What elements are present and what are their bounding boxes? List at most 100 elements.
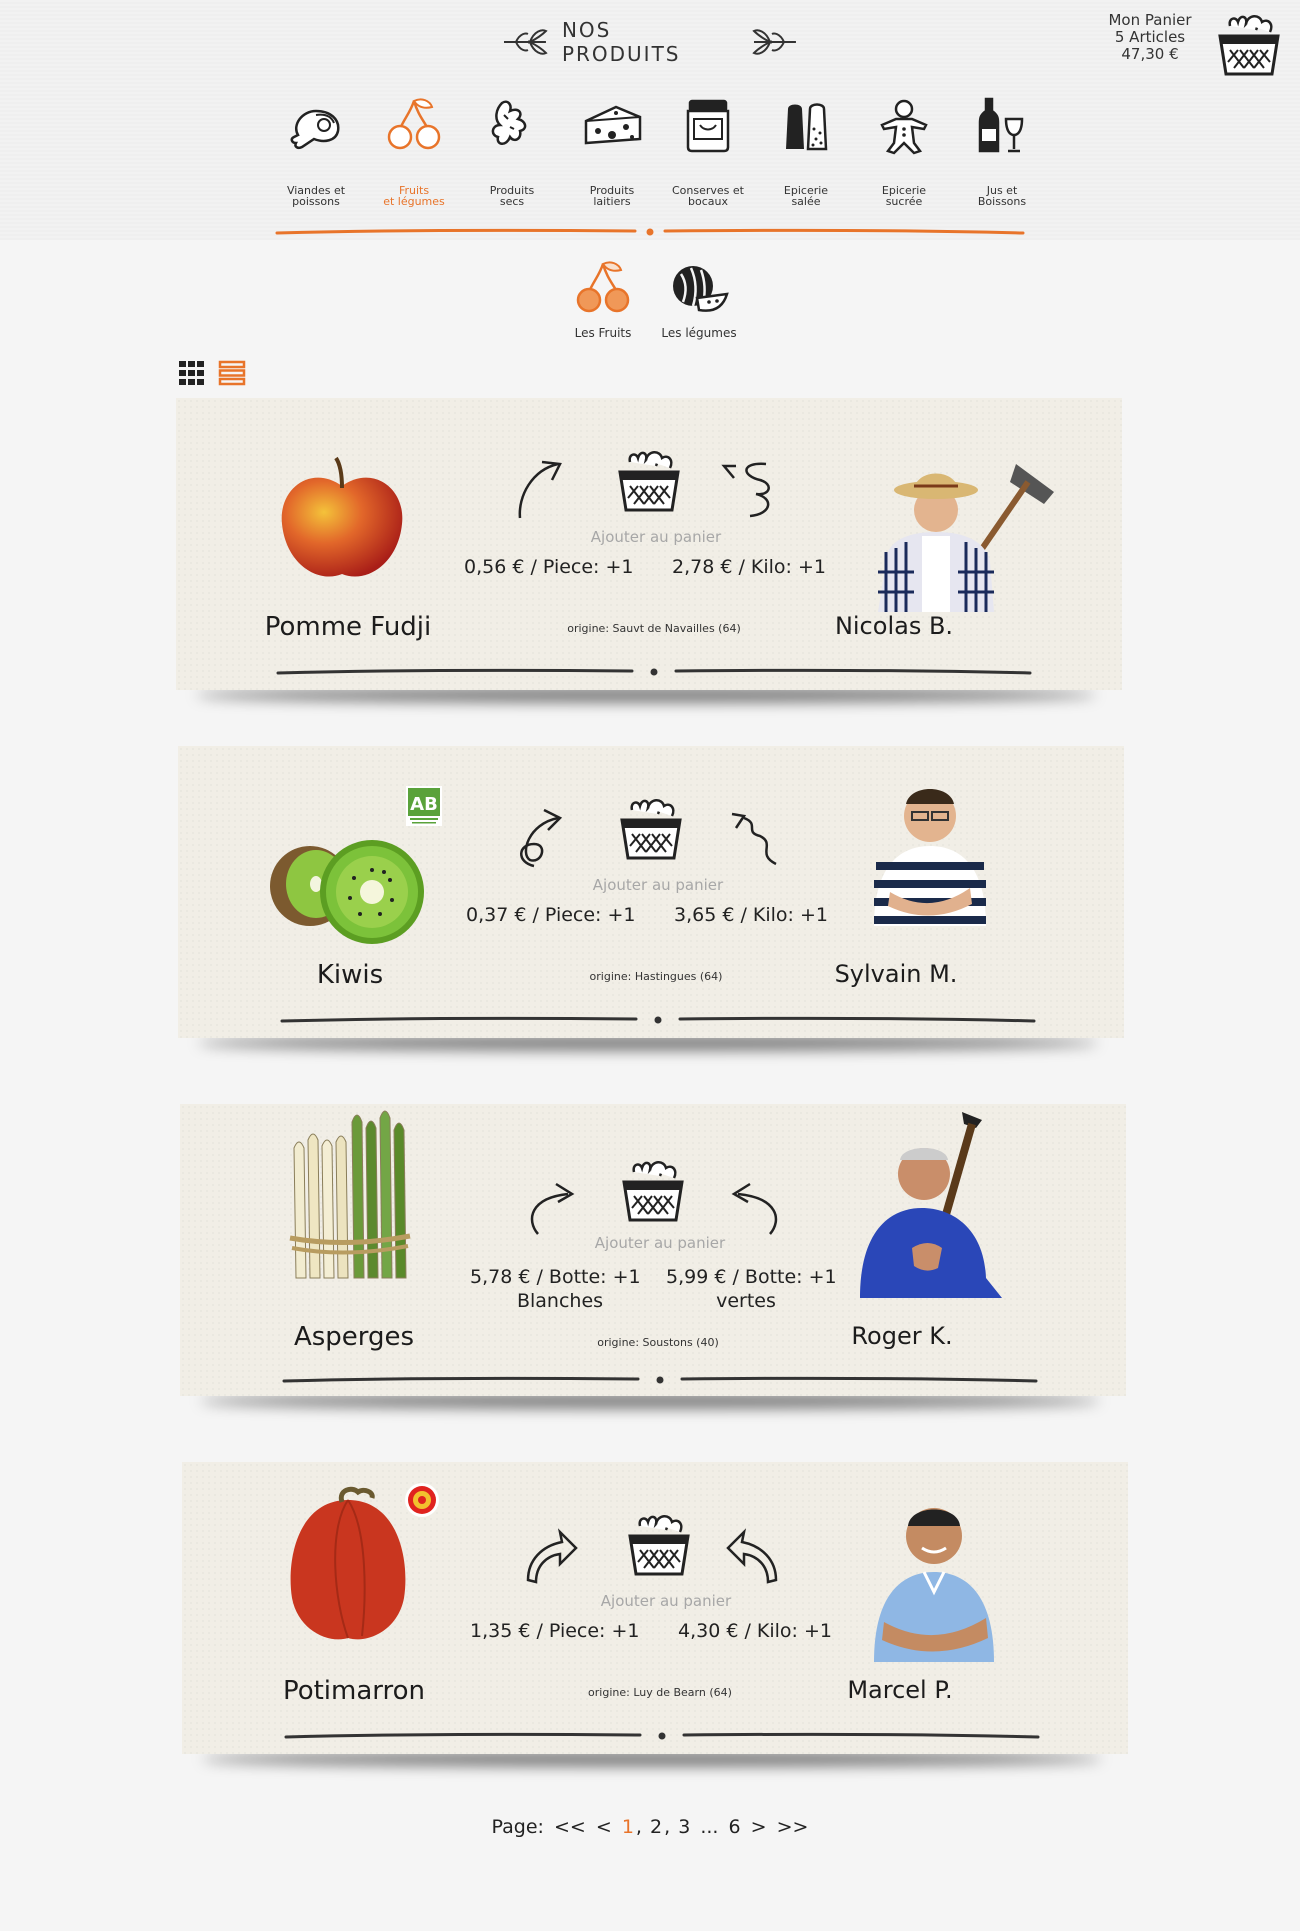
- category-label: Epicerie salée: [783, 184, 829, 208]
- price-variant-label: vertes: [716, 1290, 776, 1312]
- meat-icon: [290, 109, 340, 150]
- farmer-photo: [878, 464, 1054, 612]
- product-origin: origine: Soustons (40): [597, 1336, 719, 1349]
- card-shadow: [202, 1752, 1102, 1766]
- add-to-basket-icon[interactable]: [626, 1510, 692, 1580]
- arrow-right-icon: [731, 812, 777, 866]
- arrow-right-icon: [721, 462, 770, 518]
- subcategory-vegetables[interactable]: Les légumes: [654, 258, 744, 348]
- add-to-basket-icon[interactable]: [620, 1156, 686, 1226]
- cherries-icon: [576, 261, 630, 313]
- farmer-photo: [860, 1112, 1002, 1298]
- pager-next[interactable]: >: [749, 1816, 769, 1838]
- pager-ellipsis: ...: [700, 1816, 719, 1838]
- arrow-right-icon: [731, 1182, 778, 1235]
- price-variant-label: Blanches: [516, 1290, 604, 1312]
- cart-count: 5 Articles: [1114, 28, 1186, 46]
- farmer-name: Marcel P.: [847, 1676, 953, 1704]
- category-item[interactable]: Epicerie salée: [758, 95, 854, 215]
- price-unit-button[interactable]: 0,37 € / Piece: +1: [466, 904, 636, 926]
- category-item[interactable]: Fruits et légumes: [366, 95, 462, 215]
- basket-icon[interactable]: [1216, 10, 1282, 80]
- grid-view-icon[interactable]: [178, 360, 206, 386]
- arrow-left-icon: [518, 460, 562, 519]
- salt-pepper-icon: [786, 103, 828, 151]
- category-label: Epicerie sucrée: [881, 184, 927, 208]
- price-unit-button[interactable]: 5,78 € / Botte: +1: [470, 1266, 641, 1288]
- add-to-cart-label[interactable]: Ajouter au panier: [576, 528, 736, 546]
- pager-prev[interactable]: <: [594, 1816, 614, 1838]
- pager-label: Page:: [491, 1816, 544, 1838]
- category-item[interactable]: Jus et Boissons: [954, 95, 1050, 215]
- pager-page-2[interactable]: 2: [648, 1816, 664, 1838]
- price-weight-button[interactable]: 2,78 € / Kilo: +1: [672, 556, 826, 578]
- category-item[interactable]: Viandes et poissons: [268, 95, 364, 215]
- add-to-basket-icon[interactable]: [616, 446, 682, 516]
- pagination: Page: << < 1, 2, 3 ... 6 > >>: [491, 1816, 811, 1838]
- product-origin: origine: Luy de Bearn (64): [588, 1686, 732, 1699]
- leaf-right-icon: [752, 29, 796, 55]
- leaf-left-icon: [503, 29, 548, 55]
- pager-page-1[interactable]: 1: [620, 1816, 636, 1838]
- category-label: Jus et Boissons: [977, 184, 1027, 208]
- cart-summary[interactable]: Mon Panier 5 Articles 47,30 €: [1090, 10, 1290, 80]
- category-nav: Viandes et poissons Fruits et légumes Prod…: [268, 95, 1028, 215]
- svg-text:AB: AB: [410, 794, 438, 815]
- header: NOS PRODUITS Mon Panier 5 Articles 47,30…: [0, 0, 1300, 240]
- pager-page-6[interactable]: 6: [727, 1816, 743, 1838]
- farmer-photo: [874, 789, 986, 926]
- pager-first[interactable]: <<: [552, 1816, 588, 1838]
- subcategory-fruits[interactable]: Les Fruits: [558, 258, 648, 348]
- cart-title: Mon Panier: [1108, 11, 1192, 29]
- category-item[interactable]: Epicerie sucrée: [856, 95, 952, 215]
- add-to-cart-label[interactable]: Ajouter au panier: [578, 876, 738, 894]
- price-weight-button[interactable]: 5,99 € / Botte: +1: [666, 1266, 837, 1288]
- card-shadow: [198, 1036, 1098, 1050]
- card-divider: [284, 1732, 1040, 1740]
- arrow-right-icon: [726, 1528, 778, 1584]
- add-to-basket-icon[interactable]: [618, 794, 684, 864]
- card-divider: [280, 1016, 1036, 1024]
- arrow-left-icon: [520, 808, 563, 868]
- price-unit-button[interactable]: 1,35 € / Piece: +1: [470, 1620, 640, 1642]
- category-label: Produits laitiers: [589, 184, 635, 208]
- category-item[interactable]: Produits laitiers: [564, 95, 660, 215]
- page-title: NOS PRODUITS: [561, 18, 681, 66]
- category-label: Conserves et bocaux: [672, 184, 744, 208]
- subcategory-label: Les légumes: [661, 326, 737, 340]
- pager-page-3[interactable]: 3: [676, 1816, 692, 1838]
- pager-last[interactable]: >>: [775, 1816, 811, 1838]
- add-to-cart-label[interactable]: Ajouter au panier: [586, 1592, 746, 1610]
- category-item[interactable]: Conserves et bocaux: [660, 95, 756, 215]
- jar-icon: [686, 99, 730, 153]
- page-title-group: NOS PRODUITS: [500, 18, 800, 66]
- product-image: [270, 840, 424, 944]
- category-label: Produits secs: [489, 184, 535, 208]
- product-name: Asperges: [293, 1322, 415, 1352]
- farmer-photo: [874, 1508, 994, 1662]
- subcategory-label: Les Fruits: [574, 326, 632, 340]
- cherries-icon: [387, 98, 441, 150]
- list-view-icon[interactable]: [218, 360, 246, 386]
- card-shadow: [200, 1394, 1100, 1408]
- category-item[interactable]: Produits secs: [464, 95, 560, 215]
- card-divider: [276, 668, 1032, 676]
- cheese-icon: [584, 105, 642, 145]
- card-shadow: [196, 688, 1096, 702]
- arrow-left-icon: [526, 1528, 578, 1584]
- category-label: Fruits et légumes: [383, 184, 445, 208]
- farmer-name: Sylvain M.: [834, 960, 958, 988]
- product-name: Potimarron: [282, 1676, 426, 1706]
- product-name: Kiwis: [316, 960, 384, 990]
- cart-text: Mon Panier 5 Articles 47,30 €: [1090, 12, 1210, 63]
- price-unit-button[interactable]: 0,56 € / Piece: +1: [464, 556, 634, 578]
- add-to-cart-label[interactable]: Ajouter au panier: [580, 1234, 740, 1252]
- product-image: [290, 1486, 406, 1640]
- product-image: [289, 1110, 411, 1279]
- wine-icon: [978, 97, 1024, 153]
- product-card: Asperges Ajouter au panier 5,78 € / Botte:…: [180, 1104, 1126, 1396]
- watermelon-icon: [673, 266, 729, 312]
- price-weight-button[interactable]: 4,30 € / Kilo: +1: [678, 1620, 832, 1642]
- price-weight-button[interactable]: 3,65 € / Kilo: +1: [674, 904, 828, 926]
- product-name: Pomme Fudji: [264, 612, 432, 642]
